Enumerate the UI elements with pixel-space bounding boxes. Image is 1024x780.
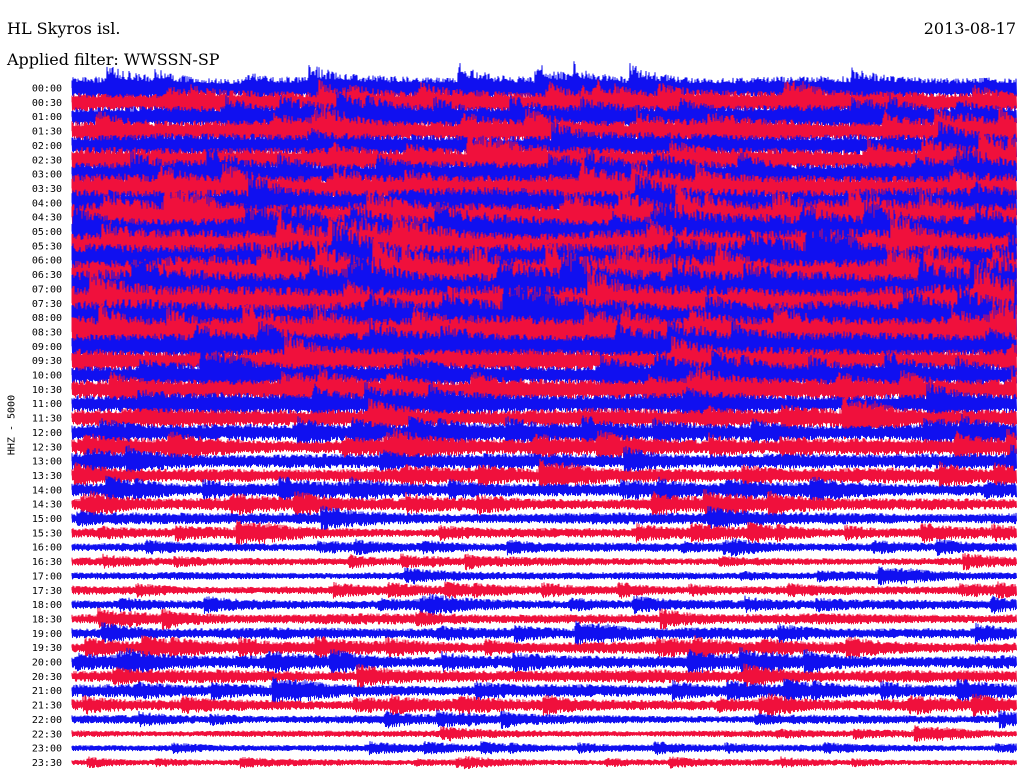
time-tick-label: 21:00 (32, 686, 62, 697)
time-tick-label: 09:30 (32, 356, 62, 367)
time-tick-label: 03:30 (32, 184, 62, 195)
seismic-trace-1830 (71, 607, 1017, 631)
time-tick-label: 13:00 (32, 457, 62, 468)
seismic-trace-2330 (71, 755, 1017, 770)
time-tick-label: 05:00 (32, 227, 62, 238)
seismic-trace-1930 (71, 635, 1017, 660)
time-tick-label: 08:30 (32, 327, 62, 338)
time-tick-label: 05:30 (32, 241, 62, 252)
seismic-trace-2300 (71, 741, 1017, 756)
seismic-trace-1630 (71, 553, 1017, 571)
time-tick-label: 04:30 (32, 213, 62, 224)
seismic-trace-1730 (71, 581, 1017, 599)
helicorder-plot: 00:00 00:30 01:00 01:30 02:00 02:30 03:00 03:30… (32, 61, 1017, 770)
time-tick-label: 13:30 (32, 471, 62, 482)
time-tick-label: 12:00 (32, 428, 62, 439)
time-tick-label: 06:30 (32, 270, 62, 281)
time-tick-label: 07:00 (32, 284, 62, 295)
time-tick-label: 23:30 (32, 758, 62, 769)
time-tick-label: 12:30 (32, 442, 62, 453)
seismic-trace-1500 (71, 505, 1017, 532)
station-title: HL Skyros isl. (7, 19, 121, 38)
time-tick-label: 14:00 (32, 485, 62, 496)
time-tick-label: 15:30 (32, 528, 62, 539)
time-tick-label: 09:00 (32, 342, 62, 353)
time-tick-label: 02:30 (32, 155, 62, 166)
time-tick-label: 18:00 (32, 600, 62, 611)
time-tick-label: 11:30 (32, 414, 62, 425)
time-tick-label: 01:30 (32, 127, 62, 138)
time-tick-label: 18:30 (32, 614, 62, 625)
time-tick-label: 01:00 (32, 112, 62, 123)
time-tick-label: 19:00 (32, 629, 62, 640)
time-tick-label: 07:30 (32, 299, 62, 310)
time-tick-label: 16:30 (32, 557, 62, 568)
time-tick-label: 15:00 (32, 514, 62, 525)
seismic-trace-1700 (71, 566, 1017, 586)
channel-label-text: HHZ - 5000 (6, 394, 18, 456)
time-tick-label: 00:30 (32, 98, 62, 109)
time-tick-label: 10:30 (32, 385, 62, 396)
time-tick-label: 10:00 (32, 371, 62, 382)
time-tick-label: 20:00 (32, 658, 62, 669)
applied-filter-label: Applied filter: WWSSN-SP (7, 50, 220, 69)
time-tick-label: 17:00 (32, 571, 62, 582)
time-tick-label: 08:00 (32, 313, 62, 324)
seismic-trace-1800 (71, 593, 1017, 616)
time-tick-labels: 00:00 00:30 01:00 01:30 02:00 02:30 03:00 03:30… (32, 84, 62, 769)
time-tick-label: 14:30 (32, 500, 62, 511)
time-tick-label: 21:30 (32, 701, 62, 712)
seismic-trace-1600 (71, 538, 1017, 557)
time-tick-label: 16:00 (32, 543, 62, 554)
time-tick-label: 22:00 (32, 715, 62, 726)
time-tick-label: 20:30 (32, 672, 62, 683)
record-date: 2013-08-17 (923, 19, 1016, 38)
time-tick-label: 04:00 (32, 198, 62, 209)
time-tick-label: 06:00 (32, 256, 62, 267)
time-tick-label: 03:00 (32, 170, 62, 181)
time-tick-label: 22:30 (32, 729, 62, 740)
seismic-trace-2230 (71, 725, 1017, 742)
time-tick-label: 00:00 (32, 84, 62, 95)
time-tick-label: 23:00 (32, 744, 62, 755)
time-tick-label: 19:30 (32, 643, 62, 654)
trace-group (71, 61, 1017, 770)
time-tick-label: 02:00 (32, 141, 62, 152)
seismic-trace-1900 (71, 620, 1017, 646)
time-tick-label: 11:00 (32, 399, 62, 410)
time-tick-label: 17:30 (32, 586, 62, 597)
